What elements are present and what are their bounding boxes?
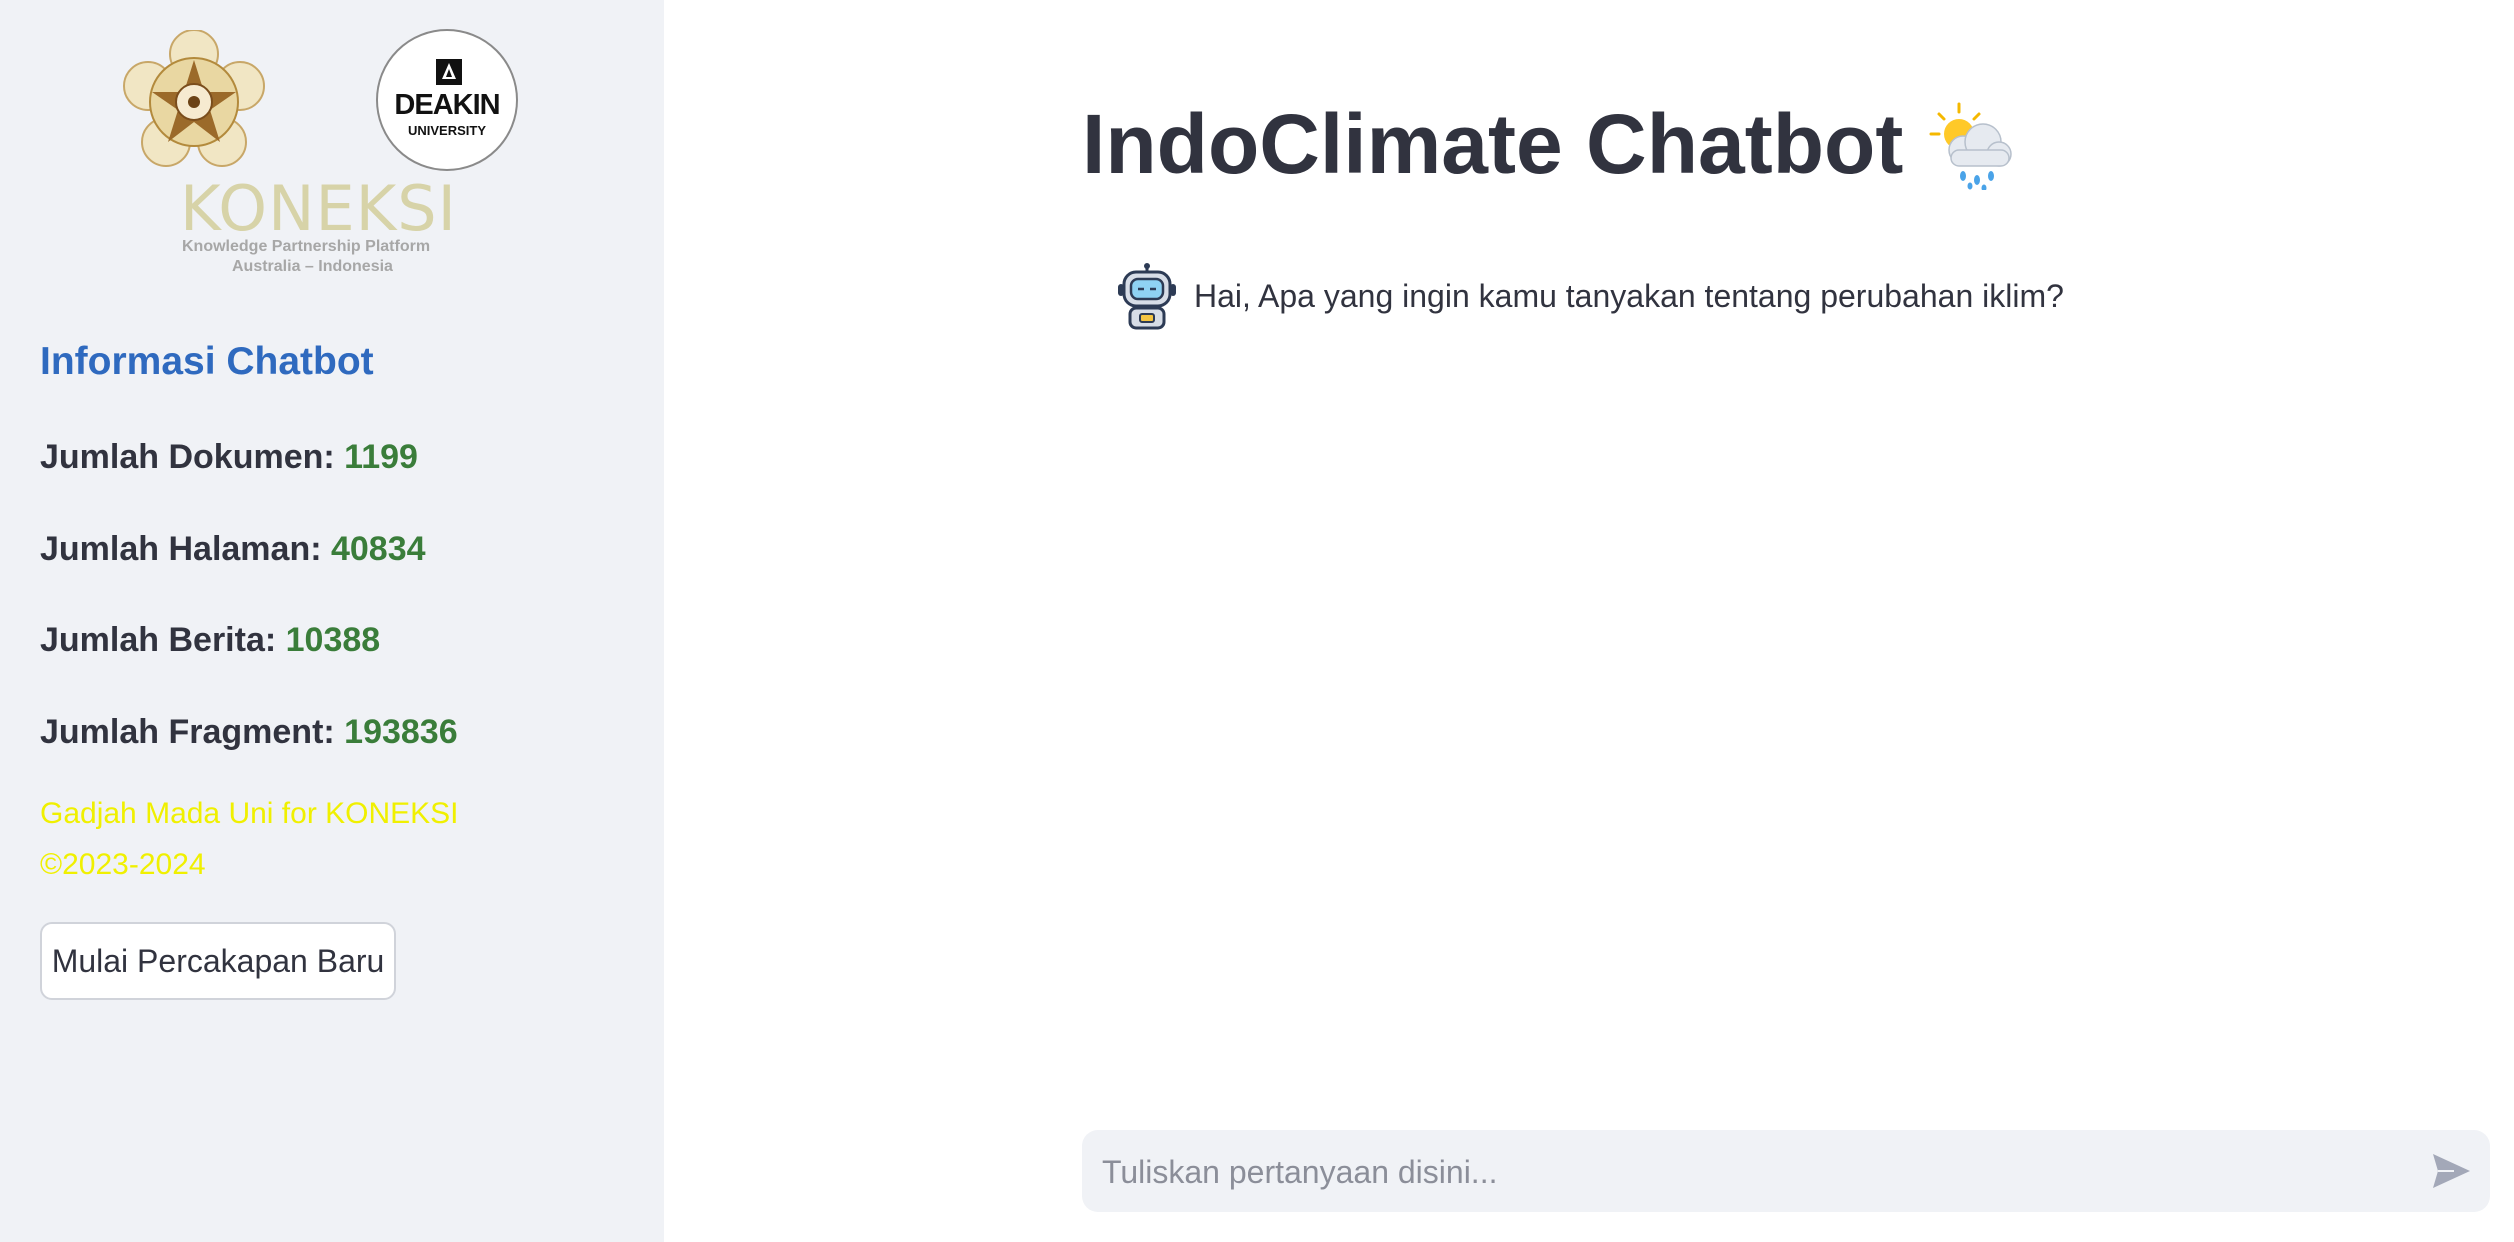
stat-label: Jumlah Fragment:: [40, 713, 335, 751]
stat-fragment: Jumlah Fragment: 193836: [40, 713, 458, 752]
stat-label: Jumlah Halaman:: [40, 530, 322, 568]
stat-label: Jumlah Dokumen:: [40, 438, 335, 476]
chat-input-box[interactable]: [1082, 1130, 2490, 1214]
deakin-subtitle: UNIVERSITY: [407, 123, 486, 138]
koneksi-location: Australia – Indonesia: [232, 258, 393, 275]
stat-label: Jumlah Berita:: [40, 621, 277, 659]
stat-value: 40834: [330, 530, 426, 568]
copyright-line: ©2023-2024: [40, 848, 206, 881]
footer-credit: Gadjah Mada Uni for KONEKSI ©2023-2024: [40, 788, 459, 890]
message-text: Hai, Apa yang ingin kamu tanyakan tentan…: [1194, 277, 2064, 314]
robot-icon: [1118, 263, 1176, 330]
page-title: IndoClimate Chatbot: [1082, 96, 2015, 193]
ugm-logo: [123, 30, 265, 167]
stat-value: 193836: [344, 713, 458, 751]
credit-line: Gadjah Mada Uni for KONEKSI: [40, 797, 459, 830]
chat-input[interactable]: [1100, 1130, 2404, 1214]
koneksi-wordmark: KONEKSI: [180, 172, 457, 245]
deakin-wordmark: DEAKIN: [394, 89, 500, 121]
stat-halaman: Jumlah Halaman: 40834: [40, 530, 426, 569]
deakin-mark-icon: [436, 59, 462, 85]
sidebar-heading: Informasi Chatbot: [40, 340, 374, 383]
koneksi-logo: KONEKSI Knowledge Partnership Platform A…: [180, 176, 460, 278]
stat-berita: Jumlah Berita: 10388: [40, 621, 380, 660]
stat-value: 10388: [285, 621, 381, 659]
new-chat-button[interactable]: Mulai Percakapan Baru: [40, 922, 396, 1000]
koneksi-tagline: Knowledge Partnership Platform: [182, 238, 431, 255]
stat-dokumen: Jumlah Dokumen: 1199: [40, 438, 418, 477]
deakin-university-logo: DEAKIN UNIVERSITY: [376, 29, 518, 171]
sun-behind-rain-cloud-icon: [1929, 102, 2013, 190]
send-icon[interactable]: [2430, 1151, 2472, 1191]
page-title-text: IndoClimate Chatbot: [1082, 97, 1904, 191]
stat-value: 1199: [344, 438, 418, 476]
sidebar: DEAKIN UNIVERSITY KONEKSI Knowledge Part…: [0, 0, 664, 1242]
chat-message: Hai, Apa yang ingin kamu tanyakan tentan…: [1116, 262, 2064, 330]
